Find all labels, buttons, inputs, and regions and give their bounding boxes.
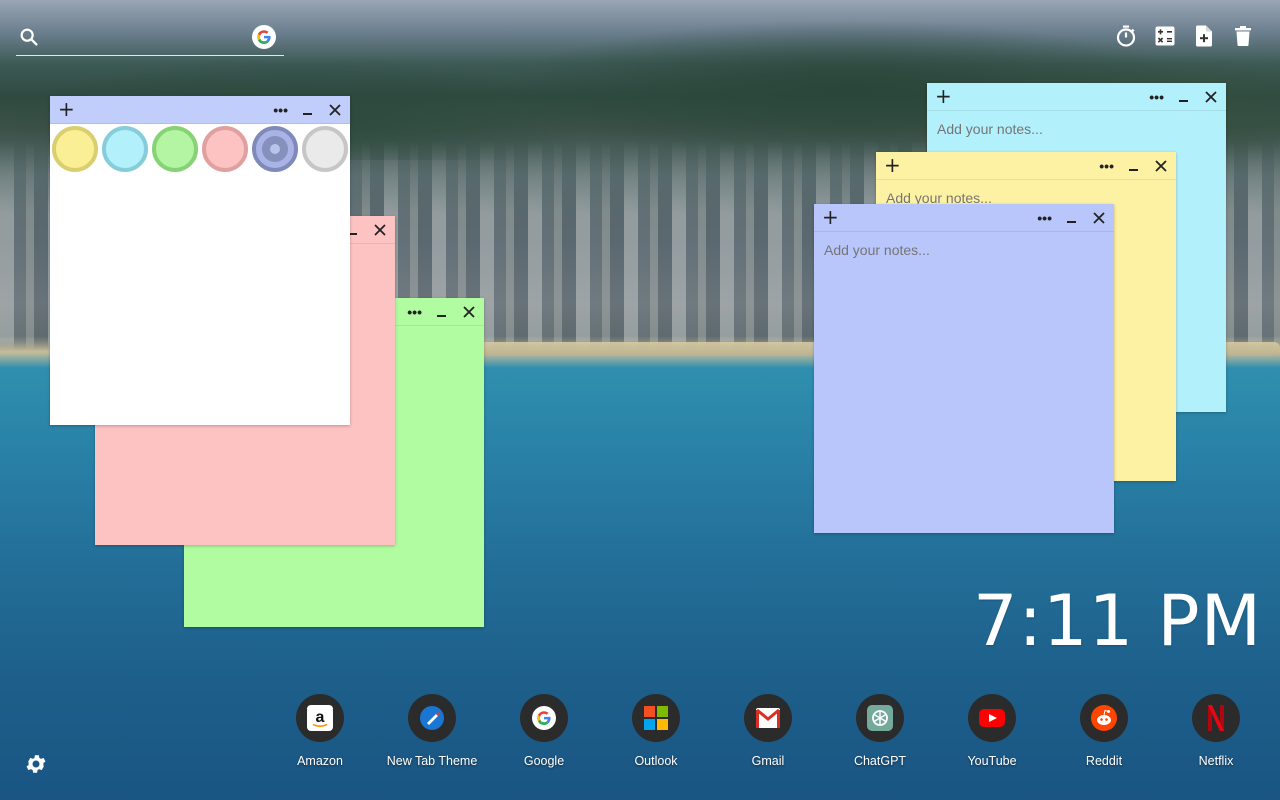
top-toolbar (1115, 24, 1254, 48)
color-swatch[interactable] (152, 126, 198, 172)
add-file-icon (1195, 25, 1212, 47)
note-body (814, 232, 1114, 522)
icon-circle: a (296, 694, 344, 742)
shortcut-label: ChatGPT (853, 754, 907, 768)
more-options-icon[interactable]: ••• (407, 305, 422, 319)
add-note-icon[interactable]: + (822, 207, 839, 227)
close-icon[interactable] (1204, 90, 1218, 104)
more-options-icon[interactable]: ••• (273, 103, 288, 117)
minimize-icon[interactable] (436, 305, 448, 319)
shortcut-dock: a Amazon New Tab Theme Google Outlook Gm… (264, 694, 1272, 768)
icon-circle (744, 694, 792, 742)
shortcut-label: Netflix (1198, 754, 1234, 768)
icon-circle (856, 694, 904, 742)
minimize-icon[interactable] (302, 103, 314, 117)
shortcut-chatgpt[interactable]: ChatGPT (824, 694, 936, 768)
minimize-icon[interactable] (1066, 211, 1078, 225)
close-icon[interactable] (1154, 159, 1168, 173)
reddit-icon (1091, 705, 1117, 731)
more-options-icon[interactable]: ••• (1149, 90, 1164, 104)
note-header[interactable]: + ••• (814, 204, 1114, 232)
shortcut-label: Reddit (1085, 754, 1123, 768)
shortcut-gmail[interactable]: Gmail (712, 694, 824, 768)
google-search-icon[interactable] (252, 25, 276, 49)
stopwatch-icon (1116, 25, 1136, 47)
search-input[interactable] (50, 26, 246, 50)
shortcut-netflix[interactable]: Netflix (1160, 694, 1272, 768)
color-swatch[interactable] (302, 126, 348, 172)
calculator-button[interactable] (1154, 24, 1176, 48)
add-note-button[interactable] (1193, 24, 1215, 48)
icon-circle (968, 694, 1016, 742)
google-icon (532, 706, 556, 730)
shortcut-label: Amazon (297, 754, 343, 768)
shortcut-amazon[interactable]: a Amazon (264, 694, 376, 768)
svg-text:a: a (316, 709, 325, 726)
timer-button[interactable] (1115, 24, 1137, 48)
color-swatch[interactable] (52, 126, 98, 172)
close-icon[interactable] (1092, 211, 1106, 225)
sticky-note-blue[interactable]: + ••• (814, 204, 1114, 533)
note-header[interactable]: + ••• (876, 152, 1176, 180)
color-picker (50, 124, 350, 174)
more-options-icon[interactable]: ••• (1099, 159, 1114, 173)
outlook-icon (644, 706, 668, 730)
shortcut-label: New Tab Theme (386, 754, 478, 768)
search-icon[interactable] (18, 26, 40, 48)
icon-circle (632, 694, 680, 742)
color-swatch[interactable] (102, 126, 148, 172)
shortcut-label: YouTube (967, 754, 1017, 768)
color-swatch[interactable] (202, 126, 248, 172)
clock: 7:11 PM (972, 580, 1262, 662)
close-icon[interactable] (328, 103, 342, 117)
gmail-icon (756, 708, 780, 728)
shortcut-youtube[interactable]: YouTube (936, 694, 1048, 768)
amazon-icon: a (307, 705, 333, 731)
icon-circle (408, 694, 456, 742)
note-header[interactable]: + ••• (50, 96, 350, 124)
close-icon[interactable] (373, 223, 387, 237)
close-icon[interactable] (462, 305, 476, 319)
more-options-icon[interactable]: ••• (1037, 211, 1052, 225)
add-note-icon[interactable]: + (884, 155, 901, 175)
note-header[interactable]: + ••• (927, 83, 1226, 111)
icon-circle (520, 694, 568, 742)
shortcut-label: Gmail (751, 754, 785, 768)
color-swatch[interactable] (252, 126, 298, 172)
icon-circle (1080, 694, 1128, 742)
shortcut-reddit[interactable]: Reddit (1048, 694, 1160, 768)
note-textarea[interactable] (824, 242, 1104, 512)
add-note-icon[interactable]: + (935, 86, 952, 106)
calculator-icon (1155, 26, 1175, 46)
icon-circle (1192, 694, 1240, 742)
shortcut-label: Google (523, 754, 565, 768)
netflix-icon (1208, 705, 1224, 731)
shortcut-google[interactable]: Google (488, 694, 600, 768)
trash-icon (1235, 26, 1251, 46)
minimize-icon[interactable] (1178, 90, 1190, 104)
new-tab-theme-icon (420, 706, 444, 730)
shortcut-label: Outlook (634, 754, 678, 768)
add-note-icon[interactable]: + (58, 99, 75, 119)
minimize-icon[interactable] (1128, 159, 1140, 173)
chatgpt-icon (867, 705, 893, 731)
sticky-note-white[interactable]: + ••• (50, 96, 350, 425)
settings-gear-icon[interactable] (24, 752, 48, 776)
youtube-icon (979, 709, 1005, 727)
delete-all-button[interactable] (1232, 24, 1254, 48)
search-bar (16, 20, 284, 56)
shortcut-new-tab-theme[interactable]: New Tab Theme (376, 694, 488, 768)
shortcut-outlook[interactable]: Outlook (600, 694, 712, 768)
